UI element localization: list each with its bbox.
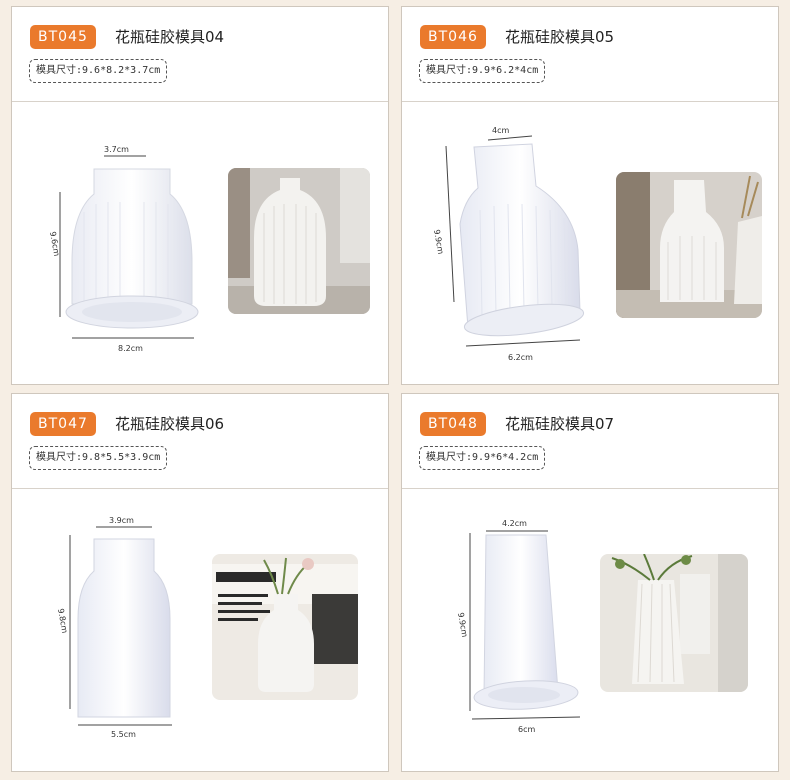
height-label: 9.8cm — [56, 608, 69, 634]
product-card-bt047[interactable]: BT047 花瓶硅胶模具06 模具尺寸:9.8*5.5*3.9cm 3.9cm … — [11, 393, 389, 772]
product-photo — [212, 554, 358, 700]
product-card-bt048[interactable]: BT048 花瓶硅胶模具07 模具尺寸:9.9*6*4.2cm 4.2cm 9.… — [401, 393, 779, 772]
mold-size-label: 模具尺寸:9.9*6.2*4cm — [419, 59, 546, 83]
vase-photo-image — [600, 554, 748, 692]
card-header: BT045 花瓶硅胶模具04 模具尺寸:9.6*8.2*3.7cm — [12, 7, 388, 102]
vase-photo-image — [616, 172, 762, 318]
product-title: 花瓶硅胶模具07 — [505, 415, 615, 433]
bottom-diameter-label: 8.2cm — [118, 344, 143, 353]
product-photo — [616, 172, 762, 318]
mold-size-label: 模具尺寸:9.8*5.5*3.9cm — [29, 446, 168, 470]
bottom-diameter-label: 5.5cm — [111, 730, 136, 739]
card-body: 4cm 9.9cm 6.2cm — [402, 102, 778, 384]
product-code-badge: BT046 — [420, 25, 486, 49]
product-card-bt045[interactable]: BT045 花瓶硅胶模具04 模具尺寸:9.6*8.2*3.7cm 3.7cm … — [11, 6, 389, 385]
vase-photo-image — [212, 554, 358, 700]
card-header: BT046 花瓶硅胶模具05 模具尺寸:9.9*6.2*4cm — [402, 7, 778, 102]
product-photo — [228, 168, 370, 314]
height-label: 9.6cm — [48, 231, 61, 257]
top-diameter-label: 4.2cm — [502, 519, 527, 528]
vase-photo-image — [228, 168, 370, 314]
product-title: 花瓶硅胶模具05 — [505, 28, 615, 46]
card-body: 3.9cm 9.8cm 5.5cm — [12, 489, 388, 771]
bottom-diameter-label: 6cm — [518, 725, 535, 734]
card-body: 3.7cm 9.6cm 8.2cm — [12, 102, 388, 384]
product-code-badge: BT045 — [30, 25, 96, 49]
bottom-diameter-label: 6.2cm — [508, 353, 533, 362]
product-code-badge: BT048 — [420, 412, 486, 436]
top-diameter-label: 4cm — [492, 126, 509, 135]
height-label: 9.9cm — [432, 229, 445, 255]
top-diameter-label: 3.9cm — [109, 516, 134, 525]
card-header: BT047 花瓶硅胶模具06 模具尺寸:9.8*5.5*3.9cm — [12, 394, 388, 489]
product-card-bt046[interactable]: BT046 花瓶硅胶模具05 模具尺寸:9.9*6.2*4cm 4cm 9.9c… — [401, 6, 779, 385]
product-code-badge: BT047 — [30, 412, 96, 436]
mold-size-label: 模具尺寸:9.6*8.2*3.7cm — [29, 59, 168, 83]
product-title: 花瓶硅胶模具04 — [115, 28, 225, 46]
height-label: 9.9cm — [456, 612, 469, 638]
mold-size-label: 模具尺寸:9.9*6*4.2cm — [419, 446, 546, 470]
product-title: 花瓶硅胶模具06 — [115, 415, 225, 433]
top-diameter-label: 3.7cm — [104, 145, 129, 154]
product-photo — [600, 554, 748, 692]
card-header: BT048 花瓶硅胶模具07 模具尺寸:9.9*6*4.2cm — [402, 394, 778, 489]
card-body: 4.2cm 9.9cm 6cm — [402, 489, 778, 771]
